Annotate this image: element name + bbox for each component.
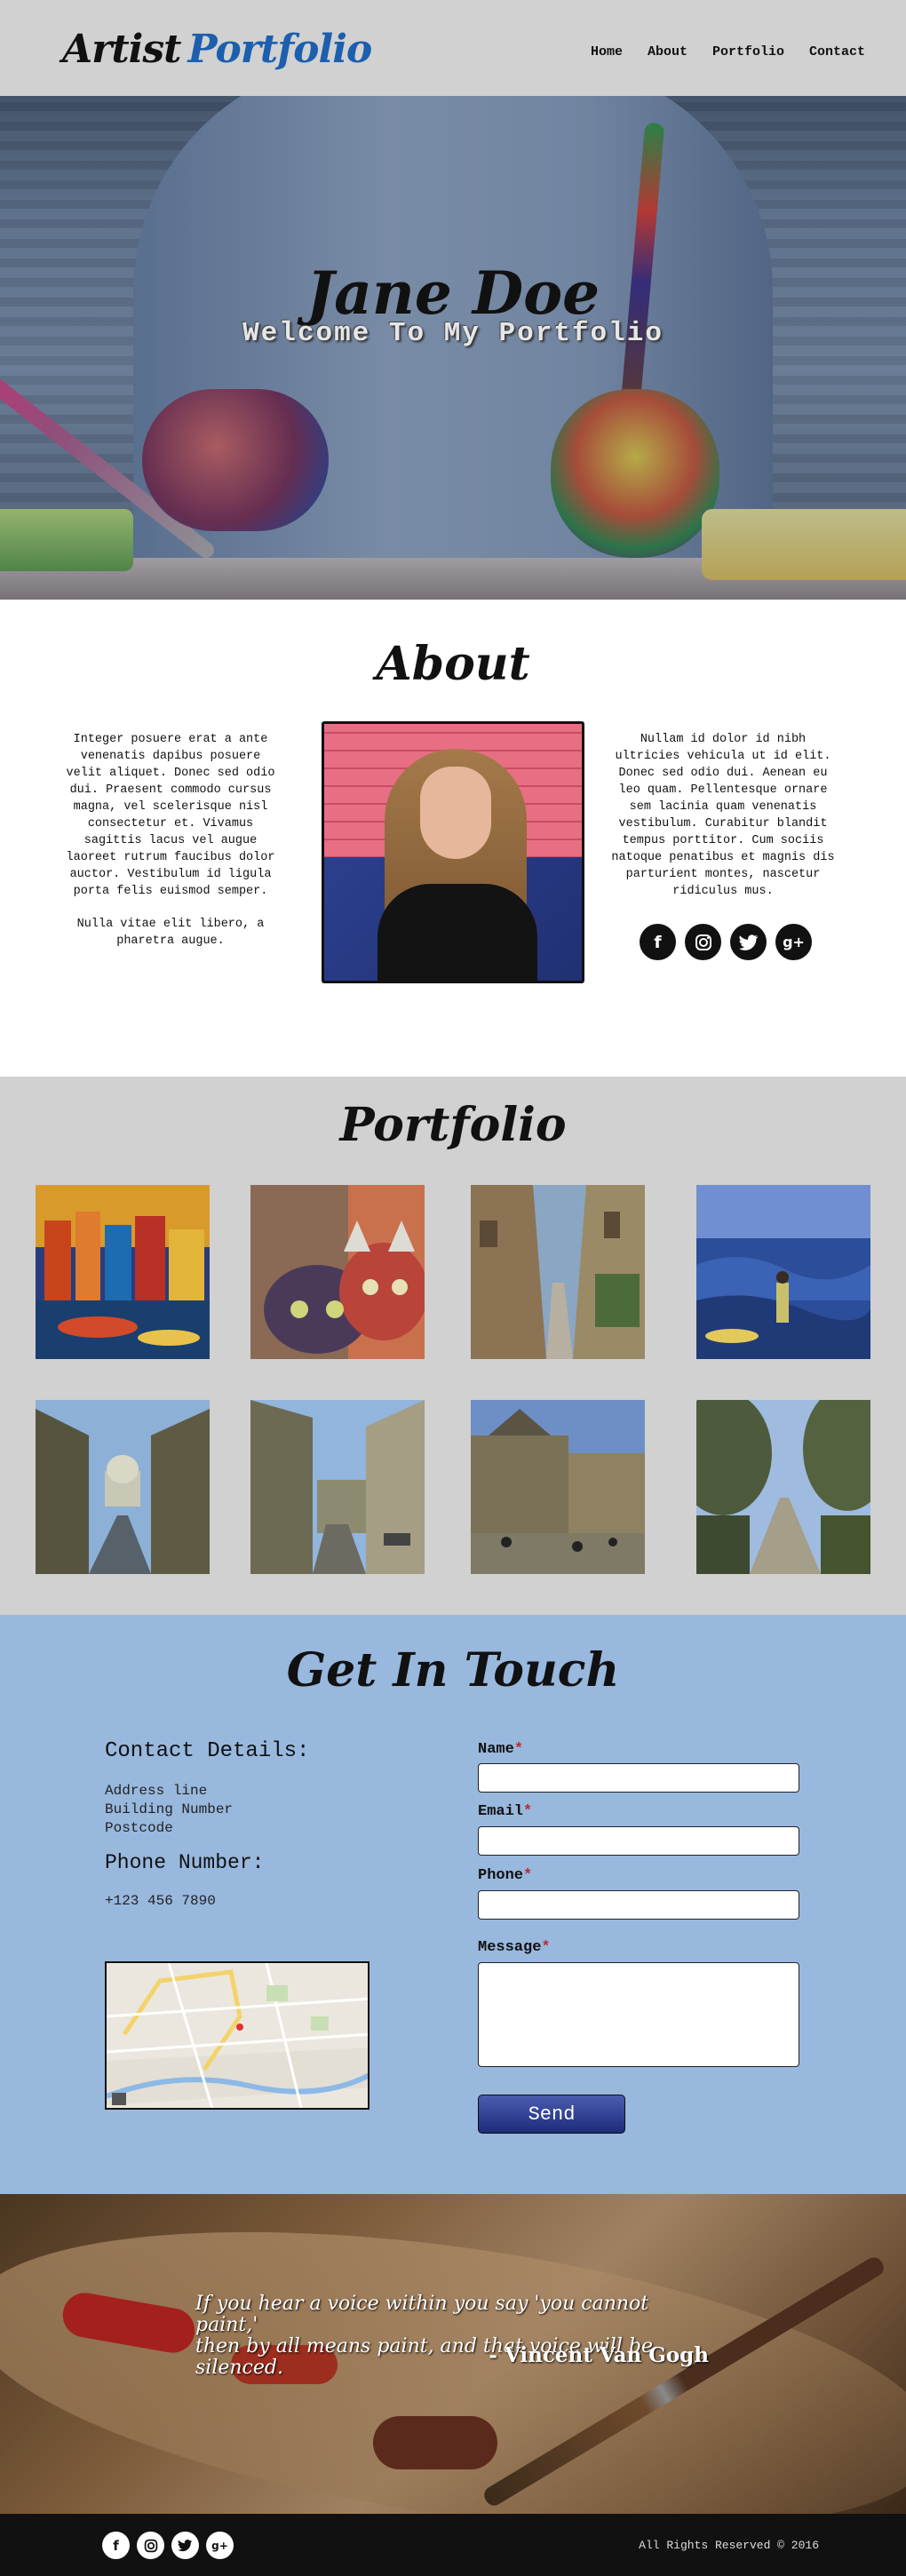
about-section: About Integer posuere erat a ante venena… xyxy=(0,600,906,1077)
painted-domed-street-image[interactable] xyxy=(36,1400,210,1574)
hero-subtitle: Welcome To My Portfolio xyxy=(242,318,664,349)
portfolio-title: Portfolio xyxy=(339,1098,567,1152)
contact-details-heading: Contact Details: xyxy=(105,1739,310,1763)
phone-label-text: Phone xyxy=(478,1867,524,1884)
facebook-icon[interactable]: f xyxy=(102,2532,130,2559)
email-label: Email* xyxy=(478,1803,532,1820)
paint-blob xyxy=(373,2416,497,2469)
email-label-text: Email xyxy=(478,1803,524,1820)
about-left-text: Integer posuere erat a ante venenatis da… xyxy=(64,731,277,966)
quote-banner: If you hear a voice within you say 'you … xyxy=(0,2194,906,2514)
name-label: Name* xyxy=(478,1741,523,1758)
twitter-icon[interactable] xyxy=(171,2532,199,2559)
name-label-text: Name xyxy=(478,1741,514,1758)
address-line-1: Address line xyxy=(105,1783,208,1799)
quote-line-1: If you hear a voice within you say 'you … xyxy=(195,2293,649,2336)
photo-face xyxy=(420,767,491,859)
main-nav: Home About Portfolio Contact xyxy=(591,44,865,60)
about-title: About xyxy=(376,637,530,691)
hero-banner: Jane Doe Welcome To My Portfolio xyxy=(0,96,906,600)
instagram-icon[interactable] xyxy=(137,2532,164,2559)
quote-author: - Vincent Van Gogh xyxy=(489,2343,709,2367)
name-field[interactable] xyxy=(478,1763,799,1793)
google-plus-icon[interactable]: g+ xyxy=(775,924,812,960)
site-footer: f g+ All Rights Reserved © 2016 xyxy=(0,2514,906,2576)
address-line-2: Building Number xyxy=(105,1801,234,1817)
nav-portfolio[interactable]: Portfolio xyxy=(712,44,784,60)
site-logo[interactable]: Artist Portfolio xyxy=(62,27,372,72)
phone-field[interactable] xyxy=(478,1890,799,1920)
required-mark: * xyxy=(541,1939,551,1956)
twitter-icon[interactable] xyxy=(730,924,767,960)
required-mark: * xyxy=(523,1803,533,1820)
photo-dress xyxy=(378,884,537,981)
painted-square-image[interactable] xyxy=(471,1400,645,1574)
required-mark: * xyxy=(523,1867,533,1884)
message-label-text: Message xyxy=(478,1939,542,1956)
phone-number: +123 456 7890 xyxy=(105,1893,216,1909)
contact-title: Get In Touch xyxy=(286,1643,620,1697)
painted-alley-image[interactable] xyxy=(471,1185,645,1359)
nav-home[interactable]: Home xyxy=(591,44,623,60)
painted-seaside-figure-image[interactable] xyxy=(696,1185,870,1359)
google-plus-icon[interactable]: g+ xyxy=(206,2532,234,2559)
send-button[interactable]: Send xyxy=(478,2095,625,2134)
painted-city-canal-image[interactable] xyxy=(36,1185,210,1359)
site-header: Artist Portfolio Home About Portfolio Con… xyxy=(0,0,906,96)
about-right-text: Nullam id dolor id nibh ultricies vehicu… xyxy=(611,733,835,898)
phone-number-heading: Phone Number: xyxy=(105,1851,265,1874)
location-map[interactable] xyxy=(105,1961,370,2110)
nav-about[interactable]: About xyxy=(648,44,687,60)
message-label: Message* xyxy=(478,1939,551,1956)
about-left-paragraph-2: Nulla vitae elit libero, a pharetra augu… xyxy=(76,918,265,948)
nav-contact[interactable]: Contact xyxy=(809,44,865,60)
painted-avenue-image[interactable] xyxy=(696,1400,870,1574)
copyright-text: All Rights Reserved © 2016 xyxy=(639,2539,819,2552)
instagram-icon[interactable] xyxy=(685,924,721,960)
logo-text-artist: Artist xyxy=(62,27,181,72)
message-field[interactable] xyxy=(478,1962,799,2067)
painted-cats-image[interactable] xyxy=(250,1185,425,1359)
footer-social-links: f g+ xyxy=(102,2532,234,2559)
phone-label: Phone* xyxy=(478,1867,532,1884)
facebook-icon[interactable]: f xyxy=(640,924,676,960)
contact-section: Get In Touch Contact Details: Address li… xyxy=(0,1615,906,2194)
contact-address: Address line Building Number Postcode xyxy=(105,1782,233,1838)
logo-text-portfolio: Portfolio xyxy=(187,27,372,72)
portfolio-section: Portfolio xyxy=(0,1077,906,1615)
about-left-paragraph-1: Integer posuere erat a ante venenatis da… xyxy=(66,733,275,898)
email-field[interactable] xyxy=(478,1826,799,1856)
painted-town-street-image[interactable] xyxy=(250,1400,425,1574)
address-line-3: Postcode xyxy=(105,1820,173,1836)
required-mark: * xyxy=(513,1741,524,1758)
artist-photo xyxy=(322,721,584,983)
about-social-links: f g+ xyxy=(640,924,812,960)
